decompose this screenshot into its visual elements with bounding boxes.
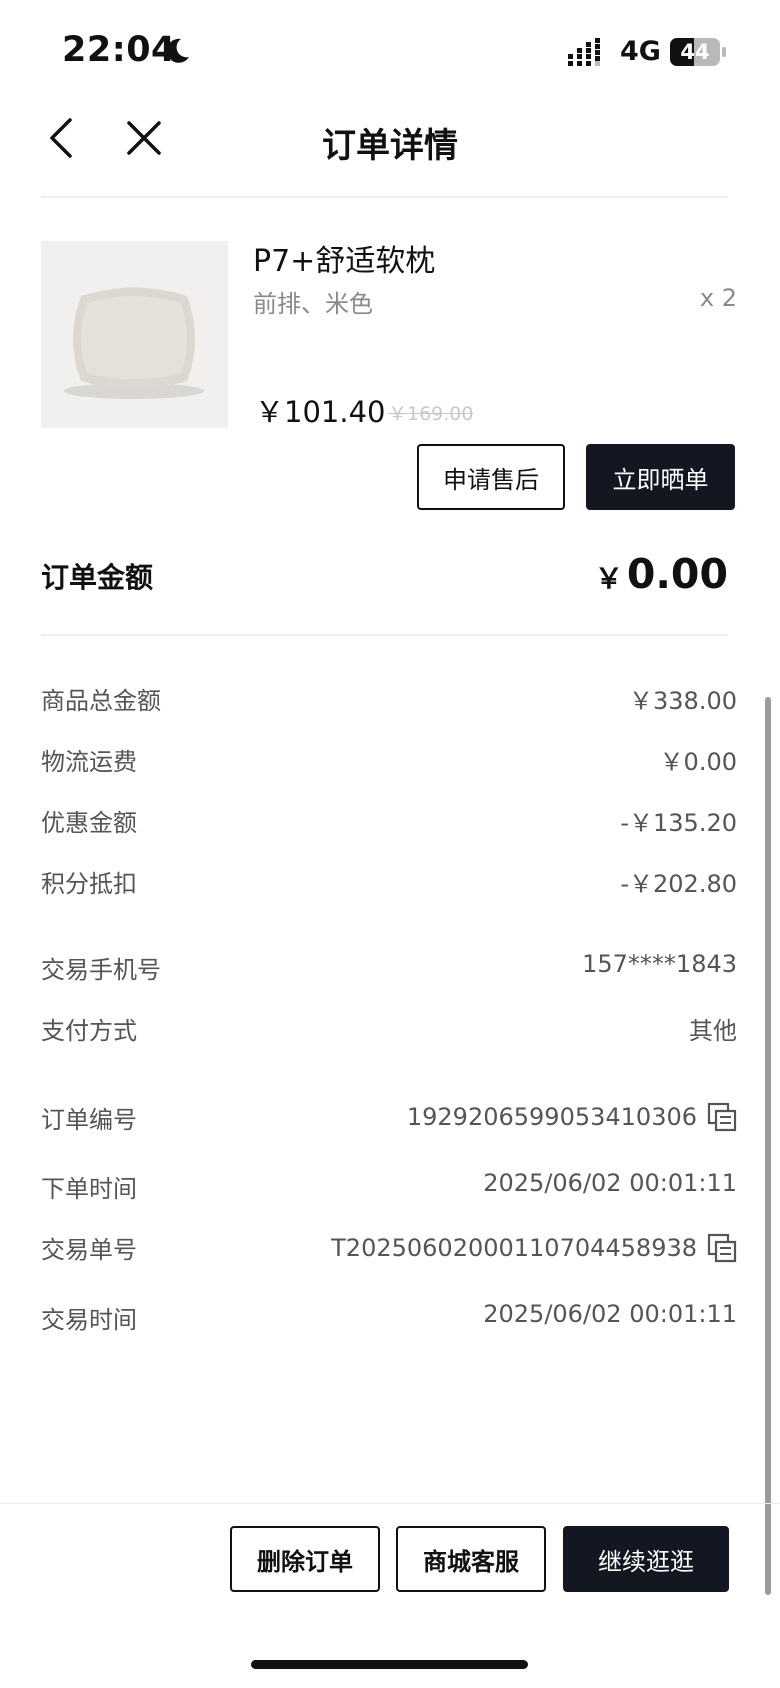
product-name[interactable]: P7+舒适软枕 [253, 236, 435, 280]
battery-level: 44 [680, 40, 710, 64]
order-amount-number: 0.00 [626, 550, 728, 598]
copy-icon[interactable] [707, 1102, 737, 1132]
transaction-number-text: T2025060200011070445893​8 [331, 1234, 697, 1262]
product-variant: 前排、米色 [253, 290, 373, 318]
detail-label-transaction-time: 交易时间 [41, 1306, 137, 1334]
battery-icon: 44 [670, 36, 726, 68]
detail-value-points: -￥202.80 [620, 870, 737, 898]
scrollbar[interactable] [765, 697, 771, 1595]
detail-label-transaction-number: 交易单号 [41, 1236, 137, 1264]
delete-order-button[interactable]: 删除订单 [230, 1526, 380, 1592]
detail-label-phone: 交易手机号 [41, 956, 161, 984]
amount-divider [41, 634, 728, 636]
continue-shopping-button[interactable]: 继续逛逛 [563, 1526, 729, 1592]
page-title: 订单详情 [322, 126, 458, 166]
customer-service-button[interactable]: 商城客服 [396, 1526, 546, 1592]
footer-divider [0, 1503, 780, 1504]
detail-label-payment: 支付方式 [41, 1017, 137, 1045]
status-time: 22:04 [62, 30, 176, 70]
detail-value-subtotal: ￥338.00 [629, 687, 737, 715]
detail-label-order-time: 下单时间 [41, 1175, 137, 1203]
detail-value-order-number: 1929206599053410306 [407, 1102, 737, 1132]
detail-value-transaction-number: T2025060200011070445893​8 [331, 1233, 737, 1263]
detail-value-discount: -￥135.20 [620, 809, 737, 837]
order-number-text: 1929206599053410306 [406, 1103, 697, 1131]
detail-label-order-number: 订单编号 [41, 1106, 137, 1134]
order-amount-value: ￥0.00 [595, 550, 728, 598]
order-amount-label: 订单金额 [41, 561, 154, 594]
product-quantity: x 2 [699, 284, 737, 312]
after-sales-button[interactable]: 申请售后 [417, 444, 565, 510]
detail-label-points: 积分抵扣 [41, 870, 137, 898]
product-original-price: ￥169.00 [388, 403, 474, 425]
detail-label-discount: 优惠金额 [41, 809, 137, 837]
detail-value-order-time: 2025/06/02 00:01:11 [483, 1169, 737, 1197]
network-type: 4G [620, 36, 661, 67]
share-review-button[interactable]: 立即晒单 [586, 444, 735, 510]
currency-symbol: ￥ [594, 562, 623, 595]
detail-value-payment: 其他 [689, 1017, 737, 1045]
signal-icon [568, 38, 600, 66]
product-price: ￥101.40 [255, 395, 386, 429]
detail-label-shipping: 物流运费 [41, 748, 137, 776]
product-image[interactable] [41, 241, 228, 428]
detail-value-phone: 157****1843 [582, 950, 737, 978]
detail-value-shipping: ￥0.00 [659, 748, 737, 776]
home-indicator[interactable] [251, 1660, 528, 1669]
detail-value-transaction-time: 2025/06/02 00:01:11 [483, 1300, 737, 1328]
moon-icon [166, 38, 189, 63]
detail-label-subtotal: 商品总金额 [41, 687, 161, 715]
copy-icon[interactable] [707, 1233, 737, 1263]
header-divider [41, 196, 728, 198]
